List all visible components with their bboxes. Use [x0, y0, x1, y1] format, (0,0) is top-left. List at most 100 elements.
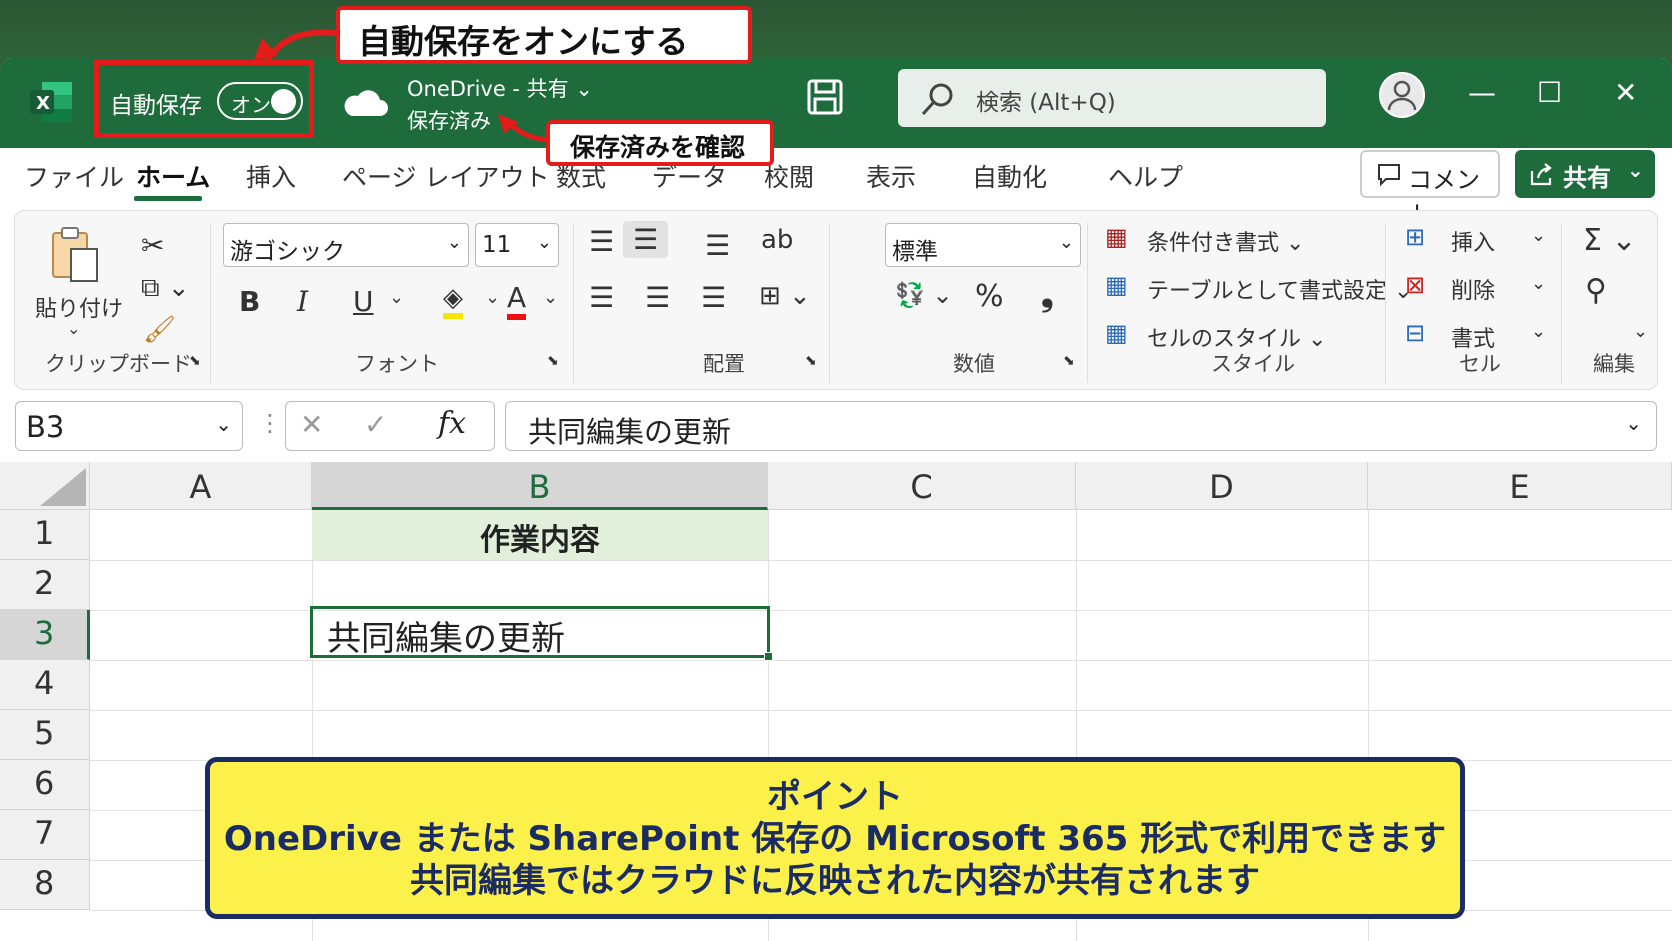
- formula-input[interactable]: 共同編集の更新 ⌄: [505, 401, 1657, 451]
- tab-page-layout[interactable]: ページ レイアウト: [342, 158, 549, 194]
- font-color-icon[interactable]: A: [507, 281, 527, 320]
- accounting-format-icon[interactable]: 💱 ⌄: [895, 281, 953, 309]
- underline-chevron-icon[interactable]: ⌄: [389, 287, 404, 308]
- share-button[interactable]: 共有 ⌄: [1515, 150, 1655, 198]
- row-header-2[interactable]: 2: [0, 560, 90, 610]
- title-bar: X 自動保存 オン OneDrive - 共有 ⌄ 保存済み 検索 (Alt+Q…: [0, 58, 1672, 148]
- font-launcher-icon[interactable]: ⬊: [547, 353, 559, 369]
- excel-logo-icon: X: [30, 82, 72, 122]
- column-header-c[interactable]: C: [768, 462, 1076, 510]
- clipboard-launcher-icon[interactable]: ⬊: [189, 353, 201, 369]
- align-center-icon[interactable]: ☰: [645, 281, 670, 314]
- insert-cells-button[interactable]: 挿入: [1451, 225, 1495, 257]
- row-header-5[interactable]: 5: [0, 710, 90, 760]
- chevron-down-icon[interactable]: ⌄: [1531, 321, 1546, 342]
- cell-b3-selected[interactable]: 共同編集の更新: [310, 606, 770, 659]
- save-status: 保存済み: [407, 109, 491, 133]
- cell-reference: B3: [26, 410, 65, 444]
- svg-text:X: X: [36, 93, 50, 114]
- select-all-corner[interactable]: [0, 462, 90, 510]
- alignment-launcher-icon[interactable]: ⬊: [805, 353, 817, 369]
- minimize-button[interactable]: —: [1468, 76, 1496, 109]
- paste-chevron-icon[interactable]: ⌄: [67, 319, 80, 338]
- cells-group-label: セル: [1459, 352, 1501, 376]
- align-bottom-icon[interactable]: ☰: [705, 229, 730, 262]
- conditional-format-icon: ▦: [1105, 223, 1128, 251]
- fill-color-icon[interactable]: ◈: [443, 283, 463, 319]
- align-middle-icon[interactable]: ☰: [623, 221, 669, 258]
- paste-icon[interactable]: [49, 225, 103, 285]
- number-launcher-icon[interactable]: ⬊: [1063, 353, 1075, 369]
- align-top-icon[interactable]: ☰: [589, 225, 614, 258]
- copy-icon[interactable]: ⧉ ⌄: [141, 273, 190, 304]
- chevron-down-icon: ⌄: [1058, 232, 1074, 253]
- save-icon[interactable]: [806, 78, 844, 116]
- row-header-7[interactable]: 7: [0, 810, 90, 860]
- tab-insert[interactable]: 挿入: [246, 158, 296, 194]
- chevron-down-icon[interactable]: ⌄: [1531, 273, 1546, 294]
- align-right-icon[interactable]: ☰: [701, 281, 726, 314]
- fill-handle[interactable]: [764, 652, 773, 661]
- autosum-icon[interactable]: Σ ⌄: [1583, 223, 1637, 258]
- delete-cells-button[interactable]: 削除: [1451, 273, 1495, 305]
- row-header-1[interactable]: 1: [0, 510, 90, 560]
- tab-home[interactable]: ホーム: [136, 158, 210, 194]
- row-header-3[interactable]: 3: [0, 610, 90, 660]
- number-format-dropdown[interactable]: 標準 ⌄: [885, 223, 1081, 267]
- name-box[interactable]: B3 ⌄: [15, 401, 243, 451]
- row-header-4[interactable]: 4: [0, 660, 90, 710]
- percent-icon[interactable]: %: [975, 279, 1004, 314]
- bold-button[interactable]: B: [239, 285, 260, 318]
- enter-icon[interactable]: ✓: [364, 408, 387, 441]
- row-header-6[interactable]: 6: [0, 760, 90, 810]
- grid-line: [90, 660, 1672, 661]
- autosave-highlight-box: [94, 60, 314, 138]
- ribbon-home: 貼り付け ⌄ ✂ ⧉ ⌄ 🖌 クリップボード ⬊ 游ゴシック ⌄ 11 ⌄ B …: [14, 210, 1658, 390]
- merge-cells-icon[interactable]: ⊞ ⌄: [759, 281, 811, 311]
- user-icon: [1387, 80, 1417, 111]
- column-header-a[interactable]: A: [90, 462, 312, 510]
- tab-file[interactable]: ファイル: [24, 158, 124, 194]
- user-avatar[interactable]: [1379, 72, 1425, 118]
- cell-b1[interactable]: 作業内容: [312, 510, 768, 560]
- column-header-b[interactable]: B: [312, 462, 768, 510]
- insert-function-icon[interactable]: fx: [438, 406, 466, 441]
- tab-help[interactable]: ヘルプ: [1108, 158, 1183, 194]
- cancel-icon[interactable]: ✕: [300, 408, 323, 441]
- chevron-down-icon[interactable]: ⌄: [1531, 225, 1546, 246]
- find-icon[interactable]: ⚲: [1585, 273, 1607, 308]
- column-header-e[interactable]: E: [1368, 462, 1672, 510]
- underline-button[interactable]: U: [353, 285, 374, 318]
- comma-icon[interactable]: ❟: [1041, 275, 1054, 314]
- search-placeholder: 検索 (Alt+Q): [976, 90, 1116, 116]
- editing-chevron-icon[interactable]: ⌄: [1633, 321, 1648, 342]
- callout-autosave-on: 自動保存をオンにする: [336, 6, 752, 64]
- point-title: ポイント: [767, 777, 903, 817]
- point-line-2: 共同編集ではクラウドに反映された内容が共有されます: [410, 861, 1260, 901]
- chevron-down-icon: ⌄: [446, 232, 462, 253]
- maximize-button[interactable]: ☐: [1537, 76, 1562, 109]
- column-header-d[interactable]: D: [1076, 462, 1368, 510]
- conditional-format-button[interactable]: 条件付き書式 ⌄: [1147, 225, 1304, 257]
- comment-button[interactable]: コメント: [1360, 150, 1500, 229]
- row-header-8[interactable]: 8: [0, 860, 90, 910]
- fill-chevron-icon[interactable]: ⌄: [485, 287, 500, 308]
- close-button[interactable]: ✕: [1614, 76, 1637, 109]
- tab-view[interactable]: 表示: [866, 158, 916, 194]
- share-chevron-icon[interactable]: ⌄: [1627, 158, 1644, 182]
- italic-button[interactable]: I: [297, 285, 308, 318]
- align-left-icon[interactable]: ☰: [589, 281, 614, 314]
- font-color-chevron-icon[interactable]: ⌄: [543, 287, 558, 308]
- expand-chevron-icon[interactable]: ⌄: [1625, 411, 1642, 435]
- file-location[interactable]: OneDrive - 共有 ⌄: [407, 73, 593, 103]
- share-label: 共有: [1563, 164, 1611, 192]
- search-box[interactable]: 検索 (Alt+Q): [898, 69, 1326, 127]
- styles-group-label: スタイル: [1211, 352, 1295, 376]
- tab-automate[interactable]: 自動化: [972, 158, 1047, 194]
- orientation-icon[interactable]: ab: [761, 225, 793, 255]
- font-name-dropdown[interactable]: 游ゴシック ⌄: [223, 223, 469, 267]
- font-size-dropdown[interactable]: 11 ⌄: [475, 223, 559, 267]
- cut-icon[interactable]: ✂: [141, 229, 164, 262]
- format-as-table-button[interactable]: テーブルとして書式設定 ⌄: [1147, 273, 1412, 305]
- format-painter-icon[interactable]: 🖌: [143, 315, 176, 345]
